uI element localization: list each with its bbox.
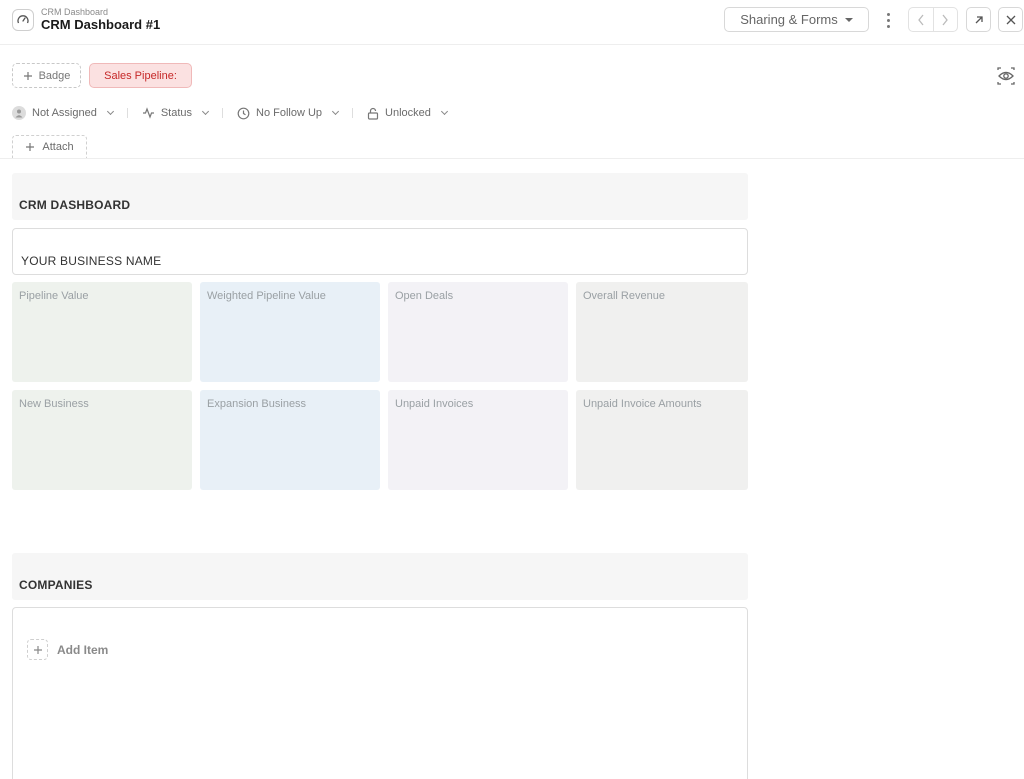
divider (0, 158, 1024, 159)
add-item-label: Add Item (57, 642, 109, 657)
chevron-right-icon (942, 14, 949, 25)
sharing-forms-label: Sharing & Forms (740, 12, 838, 27)
chevron-down-icon (440, 107, 448, 116)
more-options-icon[interactable] (880, 9, 896, 31)
status-dropdown[interactable]: Status (142, 107, 210, 119)
section-title: COMPANIES (19, 578, 93, 592)
chevron-down-icon (201, 107, 210, 116)
business-name-field[interactable]: YOUR BUSINESS NAME (12, 228, 748, 275)
plus-icon (26, 143, 35, 151)
add-item-button[interactable]: Add Item (27, 639, 108, 660)
weighted-pipeline-value-card[interactable]: Weighted Pipeline Value (200, 282, 380, 382)
card-label: Pipeline Value (19, 290, 89, 302)
card-label: Open Deals (395, 290, 454, 302)
section-title: CRM DASHBOARD (19, 198, 131, 212)
new-business-card[interactable]: New Business (12, 390, 192, 490)
crm-dashboard-section-header: CRM DASHBOARD (12, 173, 748, 220)
page-title: CRM Dashboard #1 (41, 17, 161, 32)
expansion-business-card[interactable]: Expansion Business (200, 390, 380, 490)
card-label: Overall Revenue (583, 290, 665, 302)
attach-button[interactable]: Attach (12, 135, 87, 158)
gauge-icon[interactable] (12, 9, 34, 31)
next-record-button[interactable] (932, 8, 958, 31)
caret-down-icon (844, 17, 853, 22)
card-label: Weighted Pipeline Value (207, 290, 326, 302)
close-button[interactable] (998, 7, 1023, 32)
activity-icon (142, 107, 154, 119)
eye-icon[interactable] (996, 66, 1016, 86)
add-badge-button[interactable]: Badge (12, 63, 81, 88)
open-full-page-button[interactable] (966, 7, 991, 32)
follow-up-dropdown[interactable]: No Follow Up (237, 107, 340, 120)
business-name-text: YOUR BUSINESS NAME (21, 254, 162, 268)
card-label: New Business (19, 398, 89, 410)
close-icon (1006, 15, 1015, 24)
avatar-icon (12, 106, 26, 120)
sharing-forms-button[interactable]: Sharing & Forms (724, 7, 869, 32)
plus-icon (27, 639, 48, 660)
card-label: Unpaid Invoices (395, 398, 474, 410)
header-bar: CRM Dashboard CRM Dashboard #1 Sharing &… (0, 0, 1024, 45)
previous-record-button[interactable] (909, 8, 933, 31)
chevron-down-icon (106, 107, 114, 116)
breadcrumb[interactable]: CRM Dashboard (41, 7, 108, 17)
status-label: Status (160, 107, 193, 119)
card-label: Expansion Business (207, 398, 307, 410)
companies-section-header: COMPANIES (12, 553, 748, 600)
lock-dropdown[interactable]: Unlocked (367, 107, 448, 120)
unlock-icon (367, 107, 379, 120)
sales-pipeline-label: Sales Pipeline: (104, 69, 177, 82)
open-deals-card[interactable]: Open Deals (388, 282, 568, 382)
overall-revenue-card[interactable]: Overall Revenue (576, 282, 748, 382)
assignee-dropdown[interactable]: Not Assigned (12, 106, 114, 120)
pipeline-value-card[interactable]: Pipeline Value (12, 282, 192, 382)
assignee-label: Not Assigned (32, 107, 97, 119)
companies-list: Add Item (12, 607, 748, 779)
meta-row: Not Assigned Status No Follow Up Unlocke… (12, 104, 448, 122)
sales-pipeline-badge[interactable]: Sales Pipeline: (89, 63, 192, 88)
add-badge-label: Badge (38, 69, 71, 82)
attach-label: Attach (42, 141, 74, 153)
unpaid-invoice-amounts-card[interactable]: Unpaid Invoice Amounts (576, 390, 748, 490)
card-label: Unpaid Invoice Amounts (583, 398, 702, 410)
record-navigation (908, 7, 958, 32)
lock-label: Unlocked (385, 107, 431, 119)
unpaid-invoices-card[interactable]: Unpaid Invoices (388, 390, 568, 490)
chevron-down-icon (332, 107, 340, 116)
chevron-left-icon (917, 14, 924, 25)
clock-icon (237, 107, 250, 119)
arrow-up-right-icon (975, 15, 983, 23)
plus-icon (23, 71, 32, 80)
follow-up-label: No Follow Up (256, 107, 323, 119)
